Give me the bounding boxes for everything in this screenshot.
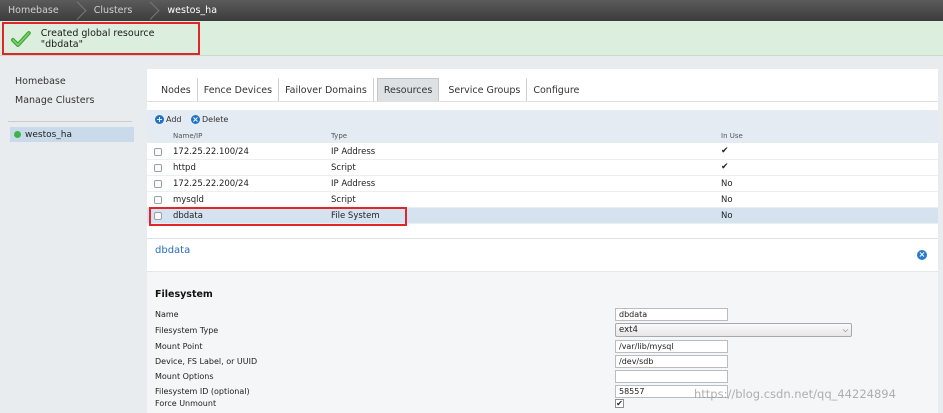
detail-header: dbdata × [147,239,938,272]
tab-bar: Nodes Fence Devices Failover Domains Res… [147,78,585,102]
breadcrumb-clusters[interactable]: Clusters [85,0,149,21]
row-checkbox[interactable] [154,180,162,188]
resource-name: httpd [173,163,196,173]
cluster-name: westos_ha [25,129,73,140]
resource-toolbar: + Add × Delete Name/IP Type In Use [147,110,938,143]
column-header-name[interactable]: Name/IP [173,132,202,140]
field-label-mount-options: Mount Options [155,372,214,381]
resource-name: 172.25.22.100/24 [173,147,249,157]
field-label-fs-id: Filesystem ID (optional) [155,387,250,396]
filesystem-type-value: ext4 [619,325,638,335]
tab-nodes[interactable]: Nodes [155,78,198,102]
check-icon [11,30,31,47]
add-label: Add [166,115,182,124]
table-row[interactable]: httpd Script ✔ [147,160,938,176]
delete-label: Delete [202,115,229,124]
tab-configure[interactable]: Configure [527,78,585,102]
tab-service-groups[interactable]: Service Groups [442,78,528,102]
breadcrumb-separator [75,0,85,21]
sidebar: Homebase Manage Clusters westos_ha [0,57,146,413]
tab-resources[interactable]: Resources [376,78,440,102]
in-use-value: No [721,211,733,221]
breadcrumb-homebase[interactable]: Homebase [0,0,75,21]
field-label-device: Device, FS Label, or UUID [155,357,258,366]
breadcrumb-label: Clusters [93,5,133,16]
sidebar-item-cluster[interactable]: westos_ha [10,127,134,142]
row-checkbox[interactable] [154,212,162,220]
column-header-type[interactable]: Type [331,132,347,140]
resource-type: IP Address [331,179,376,189]
breadcrumb: Homebase Clusters westos_ha [0,0,943,21]
resource-type: IP Address [331,147,376,157]
section-title: Filesystem [155,289,213,300]
device-field[interactable]: /dev/sdb [615,355,728,368]
resource-name: dbdata [173,211,203,221]
tab-divider [147,101,938,102]
plus-icon: + [155,115,164,124]
message-text: Created global resource "dbdata" [40,27,155,50]
field-label-mount-point: Mount Point [155,342,203,351]
field-label-name: Name [155,310,179,319]
row-checkbox[interactable] [154,164,162,172]
table-row-selected[interactable]: dbdata File System No [147,208,938,224]
force-unmount-checkbox[interactable]: ✔ [615,399,624,408]
in-use-check-icon: ✔ [721,162,729,172]
field-label-fs-type: Filesystem Type [155,326,219,335]
resource-type: Script [331,163,356,173]
mount-point-field[interactable]: /var/lib/mysql [615,340,728,353]
breadcrumb-label: westos_ha [167,5,218,16]
resource-type: Script [331,195,356,205]
filesystem-type-select[interactable]: ext4 ⌵ [615,323,852,337]
watermark: https://blog.csdn.net/qq_44224894 [694,387,896,401]
breadcrumb-label: Homebase [8,5,59,16]
breadcrumb-current: westos_ha [158,0,233,21]
detail-title: dbdata [155,245,191,256]
field-label-force-unmount: Force Unmount [155,399,217,408]
name-field[interactable]: dbdata [615,308,728,321]
resource-name: 172.25.22.200/24 [173,179,249,189]
close-icon[interactable]: × [917,250,927,260]
add-button[interactable]: + Add [155,115,182,124]
table-row[interactable]: 172.25.22.100/24 IP Address ✔ [147,144,938,160]
column-header-in-use[interactable]: In Use [721,132,743,140]
delete-icon: × [191,115,200,124]
status-dot-icon [14,131,21,138]
sidebar-item-homebase[interactable]: Homebase [15,76,66,87]
resource-type: File System [331,211,380,221]
chevron-down-icon: ⌵ [842,326,848,334]
success-message: Created global resource "dbdata" [2,22,200,55]
row-checkbox[interactable] [154,148,162,156]
in-use-value: No [721,195,733,205]
in-use-check-icon: ✔ [721,146,729,156]
breadcrumb-separator [148,0,158,21]
table-row[interactable]: mysqld Script No [147,192,938,208]
in-use-value: No [721,179,733,189]
sidebar-divider [8,121,132,122]
sidebar-item-manage-clusters[interactable]: Manage Clusters [15,95,94,106]
resource-name: mysqld [173,195,204,205]
tab-fence-devices[interactable]: Fence Devices [198,78,280,102]
mount-options-field[interactable] [615,370,728,383]
delete-button[interactable]: × Delete [191,115,228,124]
tab-failover-domains[interactable]: Failover Domains [279,78,374,102]
table-row[interactable]: 172.25.22.200/24 IP Address No [147,176,938,192]
row-checkbox[interactable] [154,196,162,204]
